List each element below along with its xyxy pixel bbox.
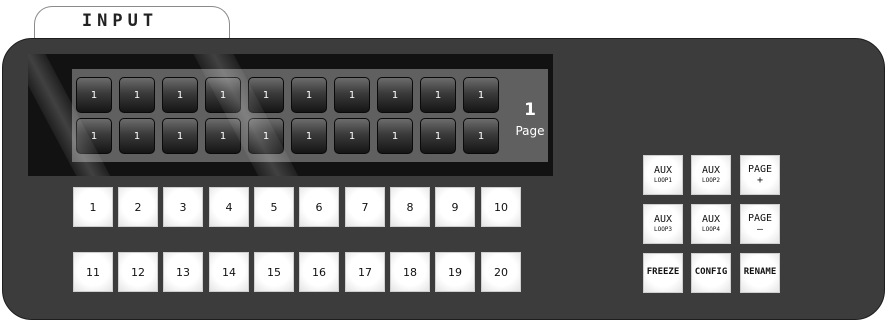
- lcd-button[interactable]: 1: [334, 77, 370, 113]
- page-label: Page: [515, 124, 545, 138]
- lcd-button[interactable]: 1: [463, 118, 499, 154]
- input-key[interactable]: 8: [390, 187, 430, 227]
- page-up-line1: PAGE: [747, 164, 773, 175]
- aux-loop2-button[interactable]: AUX LOOP2: [691, 155, 731, 195]
- input-key[interactable]: 2: [118, 187, 158, 227]
- lcd-screen: 1 1 1 1 1 1 1 1 1 1 1 1 1 1 1 1 1 1 1 1: [28, 54, 553, 176]
- aux-loop2-line1: AUX: [701, 165, 721, 177]
- lcd-button[interactable]: 1: [248, 118, 284, 154]
- input-key[interactable]: 18: [390, 252, 430, 292]
- page-down-line1: PAGE: [747, 213, 773, 224]
- aux-loop2-line2: LOOP2: [701, 177, 721, 185]
- lcd-button[interactable]: 1: [76, 118, 112, 154]
- page-number: 1: [524, 100, 536, 120]
- input-key[interactable]: 11: [73, 252, 113, 292]
- lcd-button[interactable]: 1: [248, 77, 284, 113]
- aux-loop3-button[interactable]: AUX LOOP3: [643, 204, 683, 244]
- rename-label: RENAME: [743, 267, 777, 278]
- lcd-button[interactable]: 1: [291, 118, 327, 154]
- aux-loop3-line1: AUX: [653, 214, 673, 226]
- lcd-button[interactable]: 1: [162, 77, 198, 113]
- input-key[interactable]: 12: [118, 252, 158, 292]
- input-key[interactable]: 10: [481, 187, 521, 227]
- lcd-button[interactable]: 1: [205, 118, 241, 154]
- lcd-button[interactable]: 1: [420, 77, 456, 113]
- input-key[interactable]: 4: [209, 187, 249, 227]
- freeze-button[interactable]: FREEZE: [643, 253, 683, 293]
- page-up-button[interactable]: PAGE +: [740, 155, 780, 195]
- input-key[interactable]: 20: [481, 252, 521, 292]
- lcd-button[interactable]: 1: [377, 118, 413, 154]
- input-key[interactable]: 6: [299, 187, 339, 227]
- input-key[interactable]: 13: [163, 252, 203, 292]
- input-key[interactable]: 9: [435, 187, 475, 227]
- input-key[interactable]: 1: [73, 187, 113, 227]
- page-down-line2: –: [756, 224, 764, 235]
- lcd-button[interactable]: 1: [334, 118, 370, 154]
- lcd-button[interactable]: 1: [162, 118, 198, 154]
- lcd-button[interactable]: 1: [463, 77, 499, 113]
- aux-loop1-line1: AUX: [653, 165, 673, 177]
- input-key[interactable]: 14: [209, 252, 249, 292]
- page-down-button[interactable]: PAGE –: [740, 204, 780, 244]
- aux-loop1-line2: LOOP1: [653, 177, 673, 185]
- rename-button[interactable]: RENAME: [740, 253, 780, 293]
- freeze-label: FREEZE: [646, 267, 680, 278]
- aux-loop4-line2: LOOP4: [701, 226, 721, 234]
- lcd-button[interactable]: 1: [205, 77, 241, 113]
- input-key[interactable]: 17: [345, 252, 385, 292]
- config-label: CONFIG: [694, 267, 728, 278]
- input-key[interactable]: 3: [163, 187, 203, 227]
- input-key[interactable]: 7: [345, 187, 385, 227]
- lcd-button[interactable]: 1: [119, 77, 155, 113]
- lcd-button[interactable]: 1: [76, 77, 112, 113]
- input-key[interactable]: 15: [254, 252, 294, 292]
- input-tab-label: INPUT: [81, 11, 159, 31]
- aux-loop3-line2: LOOP3: [653, 226, 673, 234]
- config-button[interactable]: CONFIG: [691, 253, 731, 293]
- input-key[interactable]: 16: [299, 252, 339, 292]
- lcd-button[interactable]: 1: [420, 118, 456, 154]
- lcd-button[interactable]: 1: [377, 77, 413, 113]
- aux-loop4-button[interactable]: AUX LOOP4: [691, 204, 731, 244]
- aux-loop1-button[interactable]: AUX LOOP1: [643, 155, 683, 195]
- input-key[interactable]: 5: [254, 187, 294, 227]
- input-key[interactable]: 19: [435, 252, 475, 292]
- aux-loop4-line1: AUX: [701, 214, 721, 226]
- lcd-button[interactable]: 1: [119, 118, 155, 154]
- lcd-button[interactable]: 1: [291, 77, 327, 113]
- page-up-line2: +: [756, 175, 764, 186]
